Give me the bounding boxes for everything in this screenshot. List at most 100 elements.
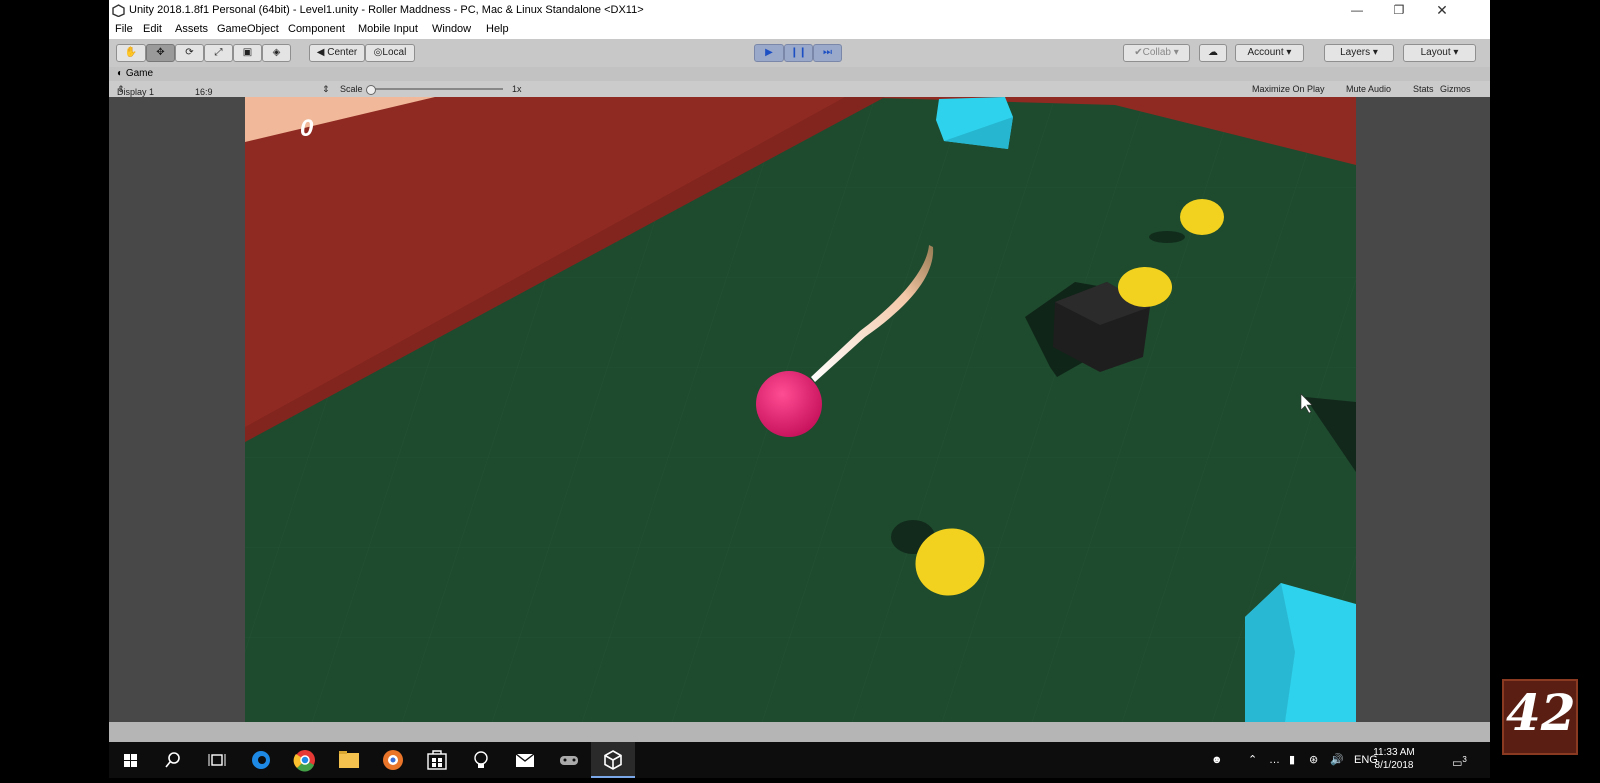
watermark-logo: 42 <box>1502 679 1578 755</box>
game-view-toolbar: Display 1 ⇕ 16:9 ⇕ Scale 1x Maximize On … <box>109 81 1490 97</box>
transform-tool-button[interactable]: ◈ <box>262 44 291 62</box>
unity-window: Unity 2018.1.8f1 Personal (64bit) - Leve… <box>109 0 1490 742</box>
mail-icon <box>515 753 535 767</box>
pivot-label: Center <box>327 47 358 58</box>
aspect-arrow-icon: ⇕ <box>322 84 330 94</box>
unity-icon <box>604 750 622 770</box>
scale-label: Scale <box>340 84 363 94</box>
layers-dropdown[interactable]: Layers ▾ <box>1324 44 1394 62</box>
start-button[interactable] <box>109 742 153 778</box>
gizmos-dropdown[interactable]: Gizmos <box>1440 84 1471 94</box>
battery-icon[interactable]: ▮ <box>1289 742 1295 778</box>
bulb-icon <box>474 751 488 768</box>
menu-component[interactable]: Component <box>288 23 345 35</box>
pause-icon: ❙❙ <box>790 47 807 58</box>
unity-logo-icon <box>112 4 125 20</box>
aspect-label: 16:9 <box>195 87 213 97</box>
taskbar-app-gamepad[interactable] <box>547 742 591 778</box>
layout-label: Layout <box>1420 47 1451 58</box>
menu-edit[interactable]: Edit <box>143 23 162 35</box>
collab-button[interactable]: ✔Collab ▾ <box>1123 44 1190 62</box>
gear-icon <box>383 750 403 770</box>
taskbar-store[interactable] <box>415 742 459 778</box>
mute-audio-toggle[interactable]: Mute Audio <box>1346 84 1391 94</box>
play-button[interactable]: ▶ <box>754 44 784 62</box>
taskbar-chrome[interactable] <box>283 742 327 778</box>
notification-icon: ▭ <box>1452 757 1463 770</box>
network-dots-icon[interactable]: … <box>1269 742 1280 778</box>
rotate-tool-button[interactable]: ⟳ <box>175 44 204 62</box>
taskbar-app-orange[interactable] <box>371 742 415 778</box>
game-tab[interactable]: ◐ Game <box>117 68 153 79</box>
task-view-icon <box>208 754 226 766</box>
restore-button[interactable]: ❐ <box>1378 0 1420 21</box>
display-dropdown[interactable]: Display 1 ⇕ <box>117 84 154 97</box>
chevron-up-icon[interactable]: ⌃ <box>1248 742 1257 778</box>
menu-gameobject[interactable]: GameObject <box>217 23 279 35</box>
windows-icon <box>124 754 137 767</box>
maximize-on-play-toggle[interactable]: Maximize On Play <box>1252 84 1325 94</box>
search-icon <box>165 752 180 768</box>
taskbar-mail[interactable] <box>503 742 547 778</box>
move-tool-button[interactable]: ✥ <box>146 44 175 62</box>
pivot-local-toggle[interactable]: ◎Local <box>365 44 415 62</box>
menu-bar: File Edit Assets GameObject Component Mo… <box>109 21 1490 39</box>
scale-value: 1x <box>512 84 522 94</box>
account-label: Account <box>1247 47 1284 58</box>
clock-date: 8/1/2018 <box>1374 760 1414 771</box>
close-button[interactable]: ✕ <box>1421 0 1463 21</box>
scale-slider[interactable] <box>366 85 503 95</box>
cloud-button[interactable]: ☁ <box>1199 44 1227 62</box>
transform-icon: ◈ <box>272 47 281 58</box>
search-button[interactable] <box>152 742 196 778</box>
notification-count: 3 <box>1462 755 1467 764</box>
menu-help[interactable]: Help <box>486 23 509 35</box>
game-scene[interactable]: 0 <box>245 97 1356 722</box>
menu-assets[interactable]: Assets <box>175 23 208 35</box>
coin-shadow-1 <box>1149 231 1185 243</box>
notification-button[interactable]: ▭3 <box>1452 742 1467 778</box>
clock-time: 11:33 AM <box>1373 747 1415 758</box>
check-icon: ✔ <box>1134 47 1143 58</box>
hand-tool-button[interactable]: ✋ <box>116 44 146 62</box>
play-icon: ▶ <box>765 47 773 58</box>
taskbar-file-explorer[interactable] <box>327 742 371 778</box>
pivot-center-toggle[interactable]: ◀ Center <box>309 44 365 62</box>
clock[interactable]: 11:33 AM 8/1/2018 <box>1368 746 1420 772</box>
windows-taskbar: ☻ ⌃ … ▮ ⊛ 🔊 ENG 11:33 AM 8/1/2018 ▭3 <box>109 742 1490 778</box>
space-label: Local <box>382 47 407 58</box>
people-icon[interactable]: ☻ <box>1211 742 1223 778</box>
coin-2 <box>1118 267 1172 307</box>
step-button[interactable]: ⏭ <box>813 44 842 62</box>
stats-toggle[interactable]: Stats <box>1413 84 1434 94</box>
menu-window[interactable]: Window <box>432 23 471 35</box>
hand-icon: ✋ <box>124 47 138 58</box>
minimize-button[interactable]: — <box>1336 0 1378 21</box>
pause-button[interactable]: ❙❙ <box>784 44 813 62</box>
game-tab-icon: ◐ <box>117 68 124 79</box>
wifi-icon[interactable]: ⊛ <box>1309 742 1318 778</box>
move-icon: ✥ <box>156 47 165 58</box>
coin-1 <box>1180 199 1224 235</box>
player-ball <box>756 371 822 437</box>
taskbar-edge[interactable] <box>239 742 283 778</box>
menu-mobile-input[interactable]: Mobile Input <box>358 23 418 35</box>
rect-tool-button[interactable]: ▣ <box>233 44 262 62</box>
task-view-button[interactable] <box>195 742 239 778</box>
display-label: Display 1 <box>117 87 155 97</box>
layout-dropdown[interactable]: Layout ▾ <box>1403 44 1476 62</box>
store-icon <box>427 750 447 770</box>
scale-slider-handle[interactable] <box>366 85 376 95</box>
watermark-text: 42 <box>1506 683 1576 742</box>
taskbar-app-bulb[interactable] <box>459 742 503 778</box>
gamepad-icon <box>560 756 578 765</box>
menu-file[interactable]: File <box>115 23 133 35</box>
account-dropdown[interactable]: Account ▾ <box>1235 44 1304 62</box>
volume-icon[interactable]: 🔊 <box>1330 742 1344 778</box>
taskbar-unity[interactable] <box>591 742 635 778</box>
scale-tool-button[interactable]: ⤢ <box>204 44 233 62</box>
status-bar <box>109 722 1490 742</box>
step-icon: ⏭ <box>823 47 832 58</box>
folder-icon <box>339 751 359 768</box>
cloud-icon: ☁ <box>1208 47 1218 58</box>
